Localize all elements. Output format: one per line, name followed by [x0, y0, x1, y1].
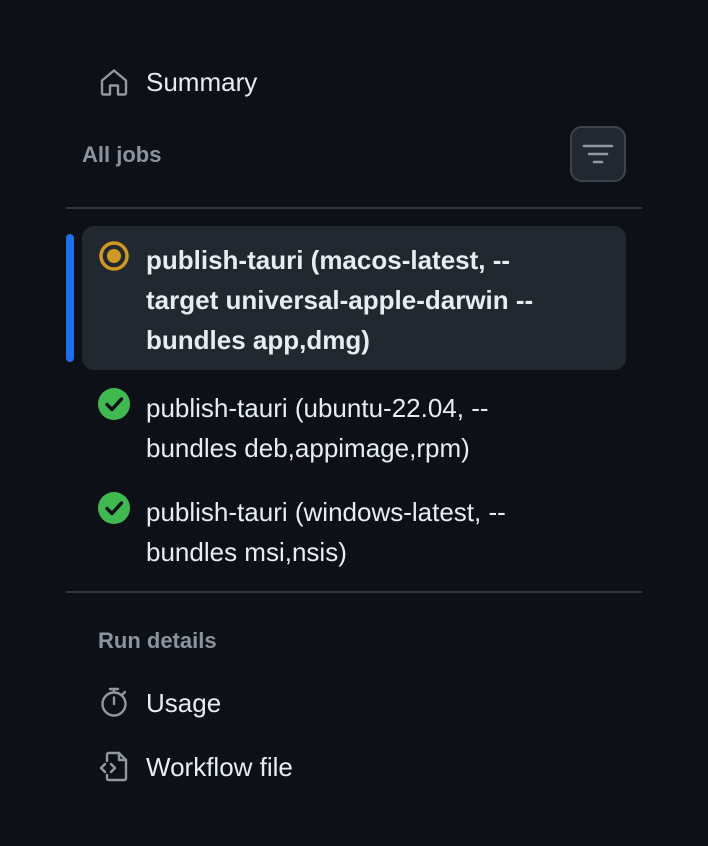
filter-icon	[582, 142, 614, 166]
summary-label: Summary	[146, 66, 258, 97]
stopwatch-icon	[98, 686, 130, 718]
file-code-icon	[98, 750, 130, 782]
active-job-indicator	[66, 234, 74, 362]
workflow-file-link[interactable]: Workflow file	[82, 740, 626, 792]
job-item-ubuntu[interactable]: publish-tauri (ubuntu-22.04, -- bundles …	[82, 374, 626, 470]
home-icon	[98, 66, 130, 98]
usage-link[interactable]: Usage	[82, 676, 626, 728]
divider	[66, 207, 642, 209]
check-circle-icon	[98, 388, 130, 420]
job-label: publish-tauri (ubuntu-22.04, -- bundles …	[146, 393, 489, 463]
job-item-macos[interactable]: publish-tauri (macos-latest, -- target u…	[82, 226, 626, 370]
workflow-file-label: Workflow file	[146, 752, 293, 782]
divider	[66, 591, 642, 593]
summary-link[interactable]: Summary	[82, 56, 626, 108]
job-label: publish-tauri (windows-latest, -- bundle…	[146, 497, 506, 567]
in-progress-icon	[98, 240, 130, 272]
all-jobs-heading: All jobs	[82, 142, 162, 167]
run-details-heading: Run details	[98, 628, 217, 653]
check-circle-icon	[98, 492, 130, 524]
usage-label: Usage	[146, 688, 222, 718]
filter-jobs-button[interactable]	[570, 126, 626, 182]
job-label: publish-tauri (macos-latest, -- target u…	[146, 245, 534, 355]
job-item-windows[interactable]: publish-tauri (windows-latest, -- bundle…	[82, 478, 626, 574]
